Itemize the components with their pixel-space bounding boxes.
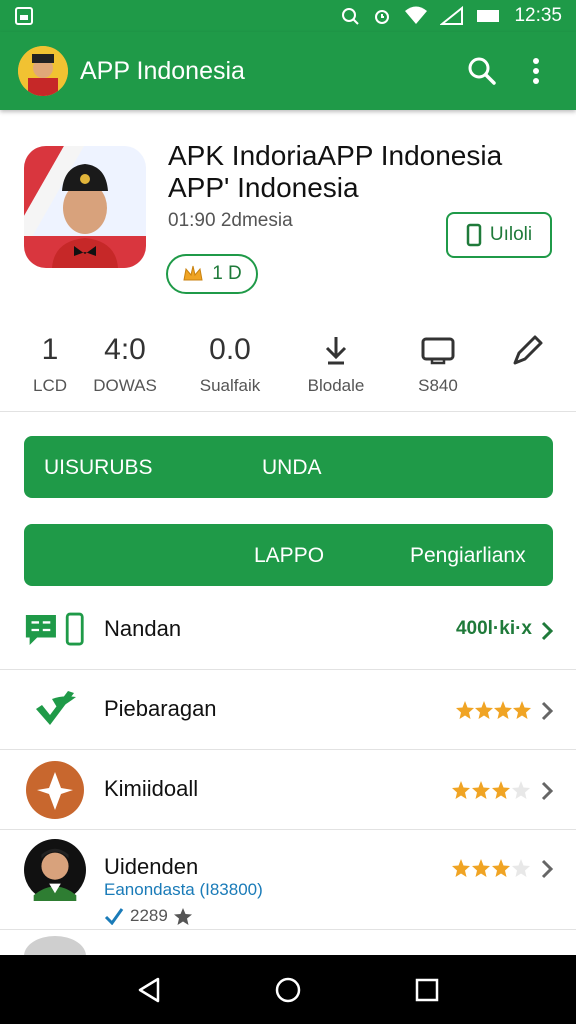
rating-badge-text: 1 D xyxy=(212,263,242,284)
list-item-label: Kimiidoall xyxy=(104,776,199,801)
chevron-right-icon xyxy=(541,781,554,801)
list-item[interactable]: Nandan 400l·ki·x xyxy=(0,590,576,670)
list-item-label: Piebaragan xyxy=(104,696,217,721)
chat-phone-icon xyxy=(24,602,86,658)
recents-square-icon xyxy=(415,978,438,1001)
install-button[interactable]: Uıloli xyxy=(446,212,552,258)
stat-icon-wrap xyxy=(478,330,576,370)
compass-icon xyxy=(24,761,86,819)
battery-icon xyxy=(477,10,500,22)
secondary-action-center-label: LAPPO xyxy=(254,544,325,567)
app-title-line2: APP' Indonesia xyxy=(168,172,359,203)
app-logo xyxy=(18,46,68,96)
list-item-label: Nandan xyxy=(104,616,182,641)
stat-label: Blodale xyxy=(307,376,365,395)
app-bar-title: APP Indonesia xyxy=(80,56,245,85)
install-button-label: Uıloli xyxy=(489,224,533,245)
stat-label: Sualfaik xyxy=(199,376,261,395)
search-button[interactable] xyxy=(460,49,504,93)
stat-icon-wrap xyxy=(388,330,488,370)
more-vert-icon xyxy=(533,58,539,84)
star-rating xyxy=(452,780,532,802)
stat-value-text: 1 xyxy=(41,333,59,366)
primary-action-left-label: UISURUBS xyxy=(44,456,153,479)
crown-icon xyxy=(183,265,203,281)
clock-time: 12:35 xyxy=(514,5,562,26)
list-item-subtitle: Eanondasta (I83800) xyxy=(104,880,263,899)
stat-downloads: 4:0 DOWAS xyxy=(75,330,175,396)
home-circle-icon xyxy=(275,977,301,1002)
search-icon xyxy=(468,57,496,85)
list-item-label: Uidenden xyxy=(104,854,199,879)
check-icon xyxy=(24,682,86,738)
app-title-line1: APK IndoriaAPP Indonesia xyxy=(168,140,503,171)
download-icon xyxy=(325,337,347,365)
chevron-right-icon xyxy=(541,701,554,721)
list-item-rating-count: 2289 xyxy=(104,906,192,926)
phone-icon xyxy=(466,223,482,247)
navigation-bar xyxy=(0,955,576,1024)
user-avatar xyxy=(24,839,86,901)
wifi-icon xyxy=(405,6,428,24)
list-item[interactable]: Uidenden Eanondasta (I83800) 2289 xyxy=(0,830,576,930)
primary-action-button[interactable]: UISURUBS UNDA xyxy=(24,436,553,498)
stat-download[interactable]: Blodale xyxy=(286,330,386,396)
app-subtitle: 01:90 2dmesia xyxy=(168,210,293,231)
screenshot-notification-icon xyxy=(15,7,33,25)
app-bar: APP Indonesia xyxy=(0,32,576,110)
back-button[interactable] xyxy=(119,960,179,1020)
app-icon-image xyxy=(24,146,146,268)
star-rating xyxy=(452,858,532,880)
secondary-action-right-label: Pengiarlianx xyxy=(410,544,526,567)
stat-value: 4:0 xyxy=(104,333,146,366)
stat-label: S840 xyxy=(418,376,458,395)
star-rating xyxy=(456,700,532,722)
stat-label: DOWAS xyxy=(93,376,157,395)
stat-rating: 0.0 Sualfaik xyxy=(180,330,280,396)
back-triangle-icon xyxy=(139,977,160,1002)
recents-button[interactable] xyxy=(397,960,457,1020)
stat-share[interactable] xyxy=(478,330,576,376)
chevron-right-icon xyxy=(541,859,554,879)
stat-icon-wrap xyxy=(286,330,386,370)
stats-row: 1 LCD 4:0 DOWAS 0.0 Sualfaik Blodale S84… xyxy=(0,330,576,412)
secondary-action-button[interactable]: LAPPO Pengiarlianx xyxy=(24,524,553,586)
app-title: APK IndoriaAPP Indonesia APP' Indonesia xyxy=(168,140,568,204)
check-badge-icon xyxy=(104,908,124,925)
storage-icon xyxy=(421,337,455,365)
stat-value: 0.0 xyxy=(209,333,251,366)
list-item[interactable]: Kimiidoall xyxy=(0,750,576,830)
rating-badge[interactable]: 1 D xyxy=(166,254,258,294)
status-bar: 12:35 xyxy=(0,0,576,32)
overflow-menu-button[interactable] xyxy=(514,49,558,93)
home-button[interactable] xyxy=(258,960,318,1020)
list-item-meta: 400l·ki·x xyxy=(455,618,532,639)
stat-size[interactable]: S840 xyxy=(388,330,488,396)
star-icon xyxy=(173,908,192,925)
list-item[interactable]: Piebaragan xyxy=(0,670,576,750)
edit-icon xyxy=(513,335,543,365)
chevron-right-icon xyxy=(541,621,554,641)
gps-icon xyxy=(342,8,360,25)
rating-count: 2289 xyxy=(130,906,168,925)
alarm-icon xyxy=(375,10,390,24)
primary-action-center-label: UNDA xyxy=(262,456,322,479)
signal-icon xyxy=(440,6,464,25)
